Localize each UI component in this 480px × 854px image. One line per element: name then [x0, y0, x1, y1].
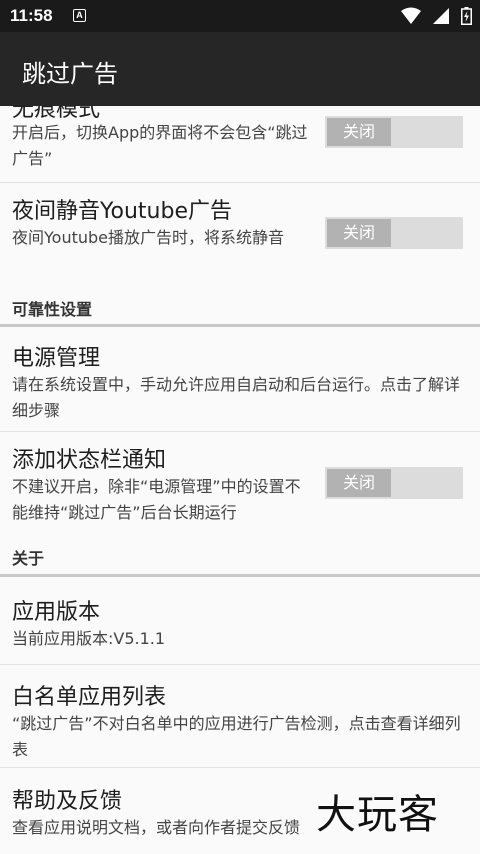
battery-icon: [461, 7, 472, 25]
pref-app-version[interactable]: 应用版本 当前应用版本:V5.1.1: [0, 578, 480, 664]
pref-status-bar-notification[interactable]: 添加状态栏通知 不建议开启，除非“电源管理”中的设置不能维持“跳过广告”后台长期…: [0, 432, 480, 536]
pref-summary: 开启后，切换App的界面将不会包含“跳过广告”: [12, 123, 308, 168]
pref-summary: “跳过广告”不对白名单中的应用进行广告检测，点击查看详细列表: [12, 714, 461, 759]
category-divider: [0, 574, 480, 577]
pref-summary: 请在系统设置中，手动允许应用自启动和后台运行。点击了解详细步骤: [12, 375, 461, 420]
status-notification-toggle[interactable]: 关闭: [325, 467, 463, 499]
toggle-knob: 关闭: [327, 469, 391, 497]
pref-power-management[interactable]: 电源管理 请在系统设置中，手动允许应用自启动和后台运行。点击了解详细步骤: [0, 328, 480, 431]
mute-youtube-toggle[interactable]: 关闭: [325, 217, 463, 249]
pref-title: 夜间静音Youtube广告: [12, 199, 232, 224]
notification-a-icon: A: [73, 9, 86, 22]
pref-title: 添加状态栏通知: [12, 448, 167, 473]
pref-summary: 夜间Youtube播放广告时，将系统静音: [12, 228, 284, 247]
system-icons: [395, 7, 472, 25]
wifi-icon: [400, 7, 421, 24]
pref-whitelist[interactable]: 白名单应用列表 “跳过广告”不对白名单中的应用进行广告检测，点击查看详细列表: [0, 665, 480, 767]
category-about: 关于: [12, 549, 45, 568]
toggle-knob: 关闭: [327, 219, 391, 247]
pref-title: 帮助及反馈: [12, 789, 123, 814]
category-divider: [0, 324, 480, 327]
watermark-logo: 大玩客: [316, 792, 439, 838]
pref-summary: 当前应用版本:V5.1.1: [12, 629, 166, 648]
signal-icon: [432, 8, 449, 24]
status-time: 11:58: [10, 6, 53, 25]
incognito-toggle[interactable]: 关闭: [325, 116, 463, 148]
pref-summary: 不建议开启，除非“电源管理”中的设置不能维持“跳过广告”后台长期运行: [12, 477, 301, 522]
pref-title: 电源管理: [12, 346, 101, 371]
app-bar: 跳过广告: [0, 32, 480, 106]
pref-title: 白名单应用列表: [12, 685, 167, 710]
settings-list[interactable]: 无痕模式 开启后，切换App的界面将不会包含“跳过广告” 关闭 夜间静音Yout…: [0, 106, 480, 854]
status-bar: 11:58 A: [0, 0, 480, 32]
pref-mute-youtube-ads[interactable]: 夜间静音Youtube广告 夜间Youtube播放广告时，将系统静音 关闭: [0, 183, 480, 283]
category-reliability: 可靠性设置: [12, 300, 93, 319]
toggle-knob: 关闭: [327, 118, 391, 146]
pref-title: 应用版本: [12, 600, 101, 625]
pref-incognito-mode[interactable]: 无痕模式 开启后，切换App的界面将不会包含“跳过广告” 关闭: [0, 106, 480, 182]
app-title: 跳过广告: [22, 60, 118, 88]
